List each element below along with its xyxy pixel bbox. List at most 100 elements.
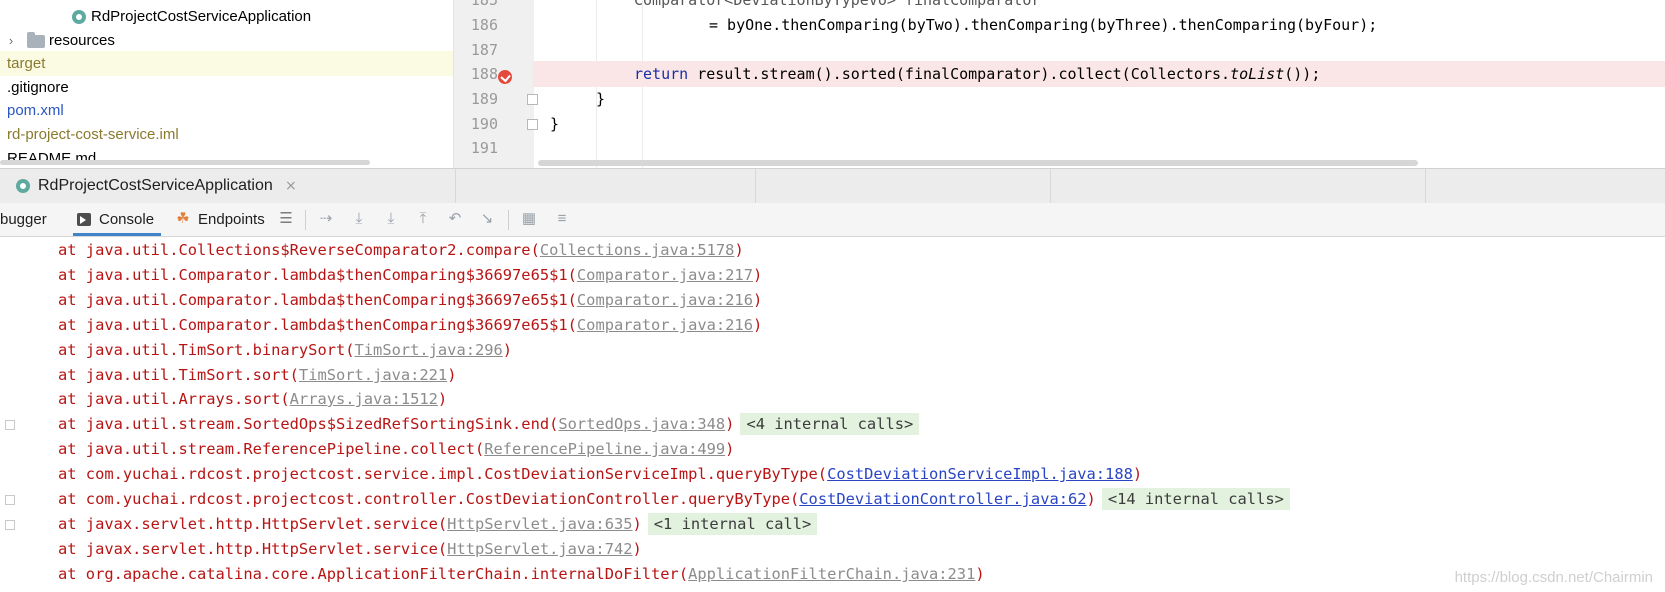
stack-frame-text: at org.apache.catalina.core.ApplicationF… [58,565,689,583]
drop-frame-icon[interactable]: ↶ [447,211,463,227]
menu-icon[interactable]: ☰ [278,211,294,227]
stacktrace-line[interactable]: at java.util.Arrays.sort(Arrays.java:151… [58,386,447,412]
tree-item-target[interactable]: target [0,51,453,76]
tree-item-label: RdProjectCostServiceApplication [91,8,312,25]
stack-frame-text: at java.util.stream.ReferencePipeline.co… [58,440,485,458]
source-link[interactable]: TimSort.java:296 [355,341,503,359]
source-link[interactable]: ReferencePipeline.java:499 [484,440,725,458]
stack-frame-text: ) [437,390,448,408]
stack-frame-text: ) [502,341,513,359]
code-line-189[interactable]: } [533,86,1665,112]
source-link[interactable]: ApplicationFilterChain.java:231 [688,565,975,583]
code-text-italic: toList [1230,65,1285,83]
source-link[interactable]: Comparator.java:217 [577,266,753,284]
stacktrace-line[interactable]: at com.yuchai.rdcost.projectcost.control… [58,486,1290,512]
line-number: 189 [470,90,498,108]
tab-label: Endpoints [198,211,265,228]
code-line-186[interactable]: = byOne.thenComparing(byTwo).thenCompari… [533,12,1665,38]
stacktrace-line[interactable]: at javax.servlet.http.HttpServlet.servic… [58,511,818,537]
tree-item-resources[interactable]: › resources [0,28,453,53]
source-link[interactable]: CostDeviationController.java:62 [799,490,1086,508]
stack-frame-text: ) [725,440,735,458]
stacktrace-line[interactable]: at java.util.stream.ReferencePipeline.co… [58,436,734,462]
tree-item-application-class[interactable]: RdProjectCostServiceApplication [0,4,453,29]
stacktrace-line[interactable]: at java.util.Comparator.lambda$thenCompa… [58,287,762,313]
stack-frame-text: at com.yuchai.rdcost.projectcost.service… [58,465,828,483]
tab-label: bugger [0,211,47,228]
source-link[interactable]: HttpServlet.java:742 [447,540,632,558]
stack-frame-text: ) [734,241,744,259]
internal-calls-badge[interactable]: <4 internal calls> [740,413,920,435]
tree-item-iml[interactable]: rd-project-cost-service.iml [0,122,453,147]
stacktrace-line[interactable]: at java.util.TimSort.binarySort(TimSort.… [58,337,512,363]
tree-item-label: .gitignore [7,79,69,96]
source-link[interactable]: Comparator.java:216 [577,316,753,334]
breakpoint-icon[interactable] [498,70,512,84]
stack-frame-text: at javax.servlet.http.HttpServlet.servic… [58,540,448,558]
run-tab-application[interactable]: RdProjectCostServiceApplication × [0,169,306,203]
spring-app-icon [72,10,86,24]
project-tree-panel: RdProjectCostServiceApplication › resour… [0,0,453,168]
run-to-cursor-icon[interactable]: ↘ [479,211,495,227]
stacktrace-line[interactable]: at java.util.Collections$ReverseComparat… [58,237,744,263]
close-icon[interactable]: × [285,169,297,203]
source-link[interactable]: TimSort.java:221 [299,366,447,384]
chevron-right-icon[interactable]: › [5,28,17,53]
step-into-icon[interactable]: ⤓ [383,211,399,227]
tab-debugger[interactable]: bugger [0,203,56,236]
stack-frame-text: ) [725,415,735,433]
stacktrace-line[interactable]: at com.yuchai.rdcost.projectcost.service… [58,461,1142,487]
editor-gutter[interactable]: 185 186 187 188 189 190 191 [453,0,538,168]
source-link[interactable]: Comparator.java:216 [577,291,753,309]
tab-endpoints[interactable]: ☘ Endpoints [175,203,267,236]
evaluate-expression-icon[interactable]: ▦ [521,211,537,227]
source-link[interactable]: SortedOps.java:348 [558,415,725,433]
stack-frame-text: at java.util.TimSort.binarySort( [58,341,355,359]
code-line-188[interactable]: return result.stream().sorted(finalCompa… [533,61,1665,87]
code-line-187[interactable] [533,37,1665,63]
spring-app-icon [16,179,30,193]
expand-icon[interactable] [5,420,15,430]
stacktrace-line[interactable]: at java.util.TimSort.sort(TimSort.java:2… [58,362,456,388]
step-out-icon[interactable]: ⤒ [415,211,431,227]
stack-frame-text: ) [752,266,763,284]
expand-icon[interactable] [5,520,15,530]
tree-item-label: target [7,55,46,72]
stacktrace-line[interactable]: at java.util.stream.SortedOps$SizedRefSo… [58,411,920,437]
watermark: https://blog.csdn.net/Chairmin [1454,569,1653,586]
step-over-icon[interactable]: ⤓ [351,211,367,227]
run-tab-label: RdProjectCostServiceApplication [38,177,273,194]
stacktrace-line[interactable]: at java.util.Comparator.lambda$thenCompa… [58,262,762,288]
code-text: ()); [1284,65,1321,83]
internal-calls-badge[interactable]: <1 internal call> [647,513,818,535]
tab-console[interactable]: Console [73,203,161,236]
internal-calls-badge[interactable]: <14 internal calls> [1101,488,1290,510]
tree-item-pom[interactable]: pom.xml [0,98,453,123]
tree-horizontal-scrollbar[interactable] [0,160,370,165]
tree-item-gitignore[interactable]: .gitignore [0,75,453,100]
debug-toolbar: bugger Console ☘ Endpoints ☰ ⇢ ⤓ ⤓ ⤒ ↶ ↘… [0,203,1665,237]
stacktrace-line[interactable]: at javax.servlet.http.HttpServlet.servic… [58,536,642,562]
source-link[interactable]: Collections.java:5178 [540,241,735,259]
editor-horizontal-scrollbar[interactable] [538,160,1418,166]
expand-icon[interactable] [5,495,15,505]
code-text: = byOne.thenComparing(byTwo).thenCompari… [709,16,1378,34]
stacktrace-line[interactable]: at java.util.Comparator.lambda$thenCompa… [58,312,762,338]
code-text: } [596,90,606,108]
code-line-190[interactable]: } [533,111,1665,137]
trace-current-stream-icon[interactable]: ≡ [554,211,570,227]
console-output[interactable]: at java.util.Collections$ReverseComparat… [0,237,1665,592]
stacktrace-line[interactable]: at org.apache.catalina.core.ApplicationF… [58,561,985,587]
stack-frame-text: ) [752,291,763,309]
show-execution-point-icon[interactable]: ⇢ [318,211,334,227]
code-editor[interactable]: 185 186 187 188 189 190 191 Comparator<D… [453,0,1665,168]
source-link[interactable]: Arrays.java:1512 [290,390,438,408]
stack-frame-text: at java.util.TimSort.sort( [58,366,299,384]
stack-frame-text: at java.util.Arrays.sort( [58,390,290,408]
source-link[interactable]: HttpServlet.java:635 [447,515,632,533]
code-text: result.stream().sorted(finalComparator).… [688,65,1231,83]
endpoints-icon: ☘ [176,210,190,227]
stack-frame-text: ) [752,316,763,334]
line-number: 187 [470,41,498,59]
source-link[interactable]: CostDeviationServiceImpl.java:188 [827,465,1133,483]
